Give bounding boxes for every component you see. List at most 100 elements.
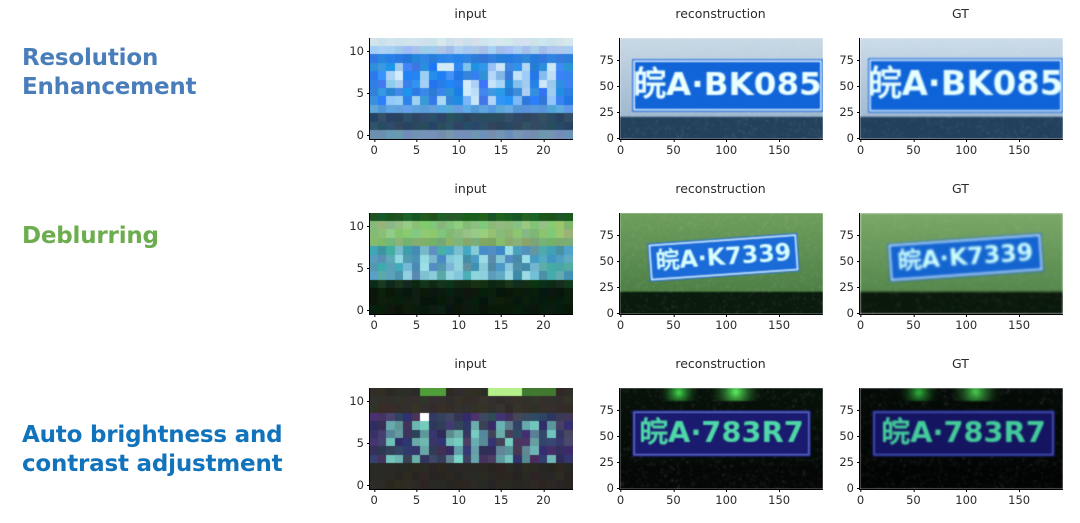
x-tick-label: 100 (955, 314, 978, 332)
panel-title-reconstruction: reconstruction (675, 6, 766, 21)
x-tick-label: 15 (493, 139, 509, 157)
image-plate-green-gt (860, 213, 1063, 314)
x-tick-label: 0 (370, 139, 378, 157)
x-tick-label: 20 (536, 314, 551, 332)
y-tick-label: 50 (839, 79, 860, 93)
panel-title-input: input (454, 356, 487, 371)
y-tick-label: 25 (599, 105, 620, 119)
image-plate-dark-gt (860, 388, 1063, 489)
image-plate-blue-gt (860, 38, 1063, 139)
panel-title-input: input (454, 181, 487, 196)
image-area-input (370, 38, 573, 139)
image-area-gt (860, 213, 1063, 314)
image-plate-dark-recon (620, 388, 823, 489)
x-tick-label: 100 (955, 139, 978, 157)
y-tick-label: 10 (349, 219, 370, 233)
panel-row-deblurring-reconstruction: reconstruction 0 25 50 75 0 50 100 150 (590, 177, 830, 347)
panel-title-gt: GT (952, 356, 969, 371)
x-tick-label: 50 (906, 314, 921, 332)
y-tick-label: 5 (357, 436, 371, 450)
image-area-reconstruction (620, 213, 823, 314)
x-tick-label: 5 (412, 139, 421, 157)
caption-deblurring: Deblurring (22, 223, 159, 249)
panel-title-gt: GT (952, 181, 969, 196)
image-plate-blue-recon (620, 38, 823, 139)
y-tick-label: 75 (599, 228, 620, 242)
x-tick-label: 15 (493, 314, 509, 332)
panel-title-reconstruction: reconstruction (675, 181, 766, 196)
y-tick-label: 75 (599, 53, 620, 67)
x-tick-label: 15 (493, 489, 509, 507)
x-tick-label: 10 (451, 314, 467, 332)
x-tick-label: 50 (666, 139, 681, 157)
image-area-gt (860, 388, 1063, 489)
row-resolution-enhancement: input 0 5 10 0 5 10 15 20 reconstruction 0 25 50 75 0 5… (340, 2, 1080, 172)
figure-grid: input 0 5 10 0 5 10 15 20 reconstruction 0 25 50 75 0 5… (340, 0, 1080, 523)
caption-auto-brightness-contrast: Auto brightness and contrast adjustment (22, 422, 283, 477)
y-tick-label: 50 (839, 254, 860, 268)
image-lowres-green (370, 213, 573, 314)
x-tick-label: 150 (768, 139, 791, 157)
panel-row-resolution-enhancement-gt: GT 0 25 50 75 0 50 100 150 (830, 2, 1070, 172)
x-tick-label: 0 (616, 489, 625, 507)
x-tick-label: 50 (666, 489, 681, 507)
y-tick-label: 0 (357, 478, 371, 492)
x-tick-label: 50 (906, 139, 921, 157)
panel-row-deblurring-gt: GT 0 25 50 75 0 50 100 150 (830, 177, 1070, 347)
y-tick-label: 5 (357, 86, 371, 100)
y-tick-label: 0 (357, 303, 371, 317)
y-tick-label: 10 (349, 394, 370, 408)
panel-title-reconstruction: reconstruction (675, 356, 766, 371)
x-tick-label: 5 (412, 489, 421, 507)
row-auto-brightness: input 0 5 10 0 5 10 15 20 reconstruction 0 25 50 75 0 5… (340, 352, 1080, 522)
x-tick-label: 20 (536, 489, 551, 507)
x-tick-label: 150 (768, 314, 791, 332)
image-plate-green-recon (620, 213, 823, 314)
x-tick-label: 50 (666, 314, 681, 332)
caption-resolution-enhancement: Resolution Enhancement (22, 45, 197, 100)
x-tick-label: 150 (1008, 314, 1031, 332)
panel-row-resolution-enhancement-input: input 0 5 10 0 5 10 15 20 (340, 2, 580, 172)
x-tick-label: 0 (856, 139, 865, 157)
x-tick-label: 100 (715, 139, 738, 157)
x-tick-label: 100 (955, 489, 978, 507)
x-tick-label: 150 (768, 489, 791, 507)
panel-row-auto-brightness-gt: GT 0 25 50 75 0 50 100 150 (830, 352, 1070, 522)
panel-title-input: input (454, 6, 487, 21)
x-tick-label: 10 (451, 139, 467, 157)
x-tick-label: 20 (536, 139, 551, 157)
x-tick-label: 0 (616, 314, 625, 332)
y-tick-label: 10 (349, 44, 370, 58)
image-area-input (370, 388, 573, 489)
x-tick-label: 0 (616, 139, 625, 157)
x-tick-label: 0 (370, 314, 378, 332)
image-lowres-dark (370, 388, 573, 489)
y-tick-label: 25 (599, 280, 620, 294)
x-tick-label: 0 (370, 489, 378, 507)
x-tick-label: 5 (412, 314, 421, 332)
panel-row-resolution-enhancement-reconstruction: reconstruction 0 25 50 75 0 50 100 150 (590, 2, 830, 172)
x-tick-label: 150 (1008, 139, 1031, 157)
y-tick-label: 50 (599, 79, 620, 93)
y-tick-label: 5 (357, 261, 371, 275)
y-tick-label: 50 (599, 254, 620, 268)
panel-row-auto-brightness-input: input 0 5 10 0 5 10 15 20 (340, 352, 580, 522)
y-tick-label: 50 (839, 429, 860, 443)
x-tick-label: 10 (451, 489, 467, 507)
image-area-reconstruction (620, 388, 823, 489)
panel-row-auto-brightness-reconstruction: reconstruction 0 25 50 75 0 50 100 150 (590, 352, 830, 522)
y-tick-label: 75 (839, 53, 860, 67)
y-tick-label: 25 (839, 280, 860, 294)
x-tick-label: 0 (856, 314, 865, 332)
image-lowres-blue (370, 38, 573, 139)
x-tick-label: 50 (906, 489, 921, 507)
x-tick-label: 150 (1008, 489, 1031, 507)
y-tick-label: 0 (357, 128, 371, 142)
y-tick-label: 25 (839, 455, 860, 469)
y-tick-label: 75 (599, 403, 620, 417)
panel-row-deblurring-input: input 0 5 10 0 5 10 15 20 (340, 177, 580, 347)
y-tick-label: 50 (599, 429, 620, 443)
image-area-reconstruction (620, 38, 823, 139)
row-deblurring: input 0 5 10 0 5 10 15 20 reconstruction 0 25 50 75 0 5… (340, 177, 1080, 347)
y-tick-label: 25 (599, 455, 620, 469)
